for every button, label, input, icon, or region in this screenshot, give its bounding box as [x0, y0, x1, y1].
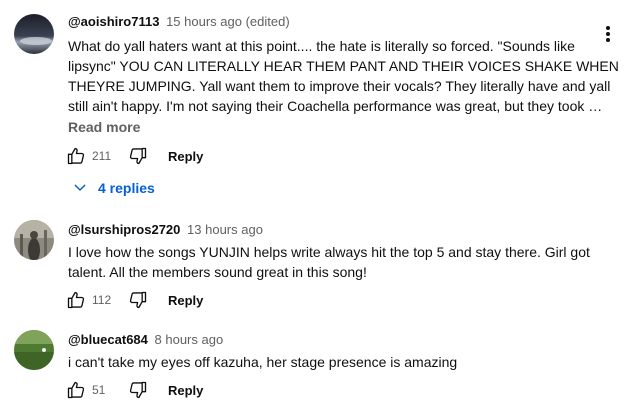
- comment-text: What do yall haters want at this point..…: [68, 36, 619, 116]
- like-count: 112: [92, 293, 112, 307]
- reply-button[interactable]: Reply: [168, 383, 203, 398]
- comment-line: i can't take my eyes off kazuha, her sta…: [68, 354, 458, 370]
- timestamp[interactable]: 15 hours ago (edited): [166, 14, 290, 29]
- timestamp[interactable]: 13 hours ago: [187, 222, 263, 237]
- reply-button[interactable]: Reply: [168, 293, 203, 308]
- thumbs-up-icon[interactable]: [66, 380, 86, 400]
- author-handle[interactable]: @bluecat684: [68, 332, 148, 347]
- view-replies-button[interactable]: 4 replies: [72, 180, 155, 196]
- timestamp[interactable]: 8 hours ago: [155, 332, 224, 347]
- thumbs-down-icon[interactable]: [128, 290, 148, 310]
- avatar[interactable]: [14, 220, 54, 260]
- thumbs-down-icon[interactable]: [128, 146, 148, 166]
- avatar[interactable]: [14, 330, 54, 370]
- author-handle[interactable]: @lsurshipros2720: [68, 222, 180, 237]
- comment-text: I love how the songs YUNJIN helps write …: [68, 242, 590, 282]
- comment-header: @aoishiro7113 15 hours ago (edited): [68, 13, 290, 31]
- comment-header: @bluecat684 8 hours ago: [68, 331, 223, 349]
- like-count: 51: [92, 383, 106, 397]
- thumbs-up-icon[interactable]: [66, 146, 86, 166]
- author-handle[interactable]: @aoishiro7113: [68, 14, 159, 29]
- comment-actions: 51 Reply: [66, 378, 203, 402]
- avatar[interactable]: [14, 14, 54, 54]
- thumbs-up-icon[interactable]: [66, 290, 86, 310]
- comment-line: still ain't happy. I'm not saying their …: [68, 98, 603, 114]
- comment-line: What do yall haters want at this point..…: [68, 38, 575, 54]
- comment-header: @lsurshipros2720 13 hours ago: [68, 221, 263, 239]
- more-vert-icon[interactable]: [605, 26, 611, 46]
- thumbs-down-icon[interactable]: [128, 380, 148, 400]
- comment-text: i can't take my eyes off kazuha, her sta…: [68, 352, 457, 372]
- reply-button[interactable]: Reply: [168, 149, 203, 164]
- comment-actions: 112 Reply: [66, 288, 203, 312]
- comment-line: I love how the songs YUNJIN helps write …: [68, 244, 590, 260]
- comment-line: THEYRE JUMPING. Yall want them to improv…: [68, 78, 611, 94]
- read-more-button[interactable]: Read more: [68, 119, 140, 135]
- chevron-down-icon: [74, 184, 86, 191]
- replies-label: 4 replies: [98, 180, 155, 196]
- comment-line: lipsync" YOU CAN LITERALLY HEAR THEM PAN…: [68, 58, 619, 74]
- like-count: 211: [92, 149, 112, 163]
- comment-actions: 211 Reply: [66, 144, 203, 168]
- comment-line: talent. All the members sound great in t…: [68, 264, 367, 280]
